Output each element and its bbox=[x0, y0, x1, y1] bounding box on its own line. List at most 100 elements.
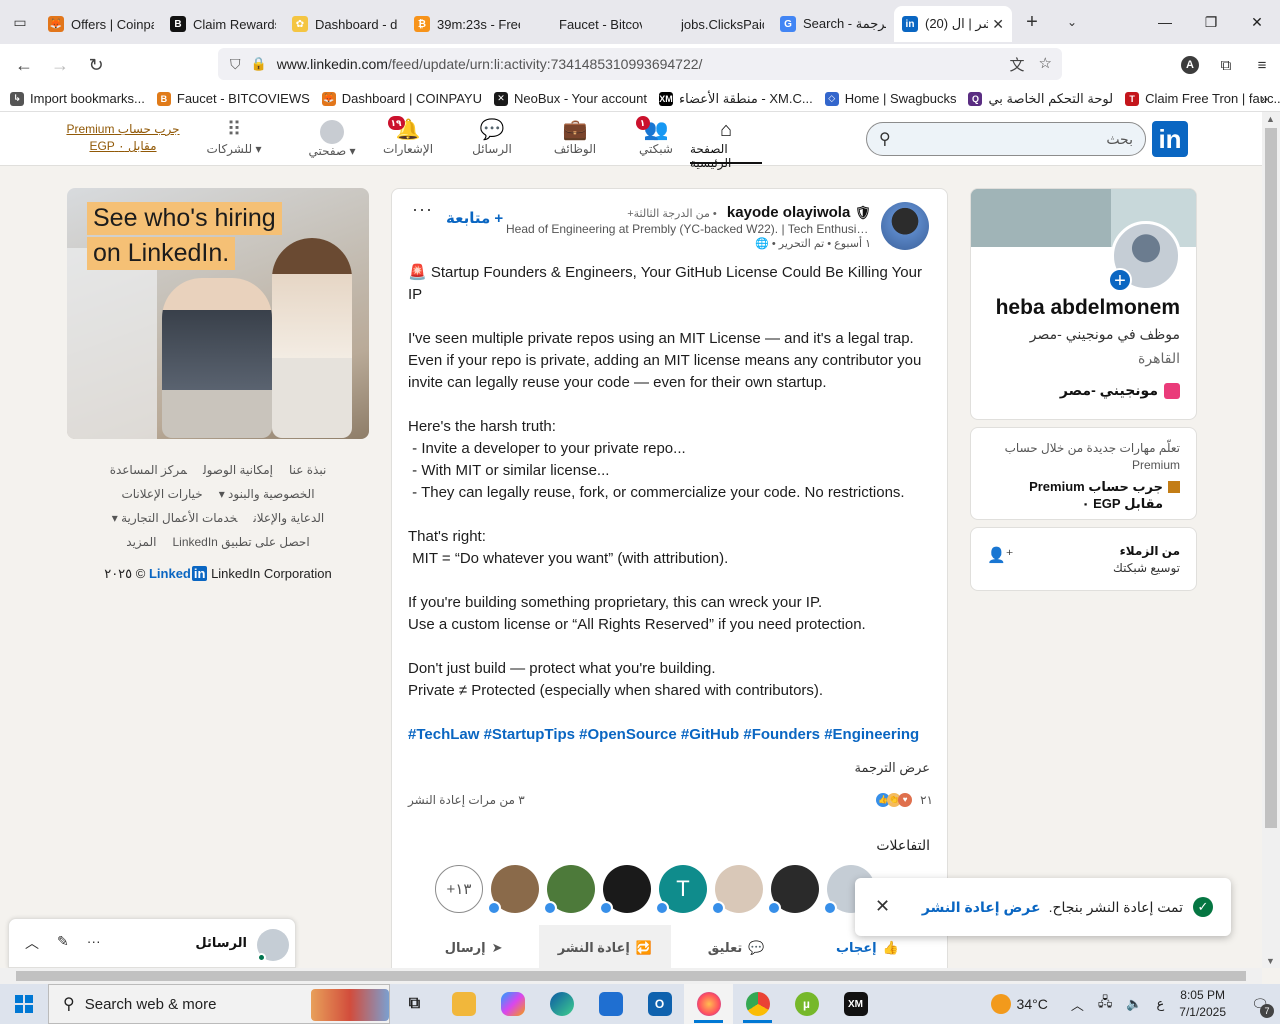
footer-link[interactable]: المزيد bbox=[126, 535, 156, 549]
close-tab-icon[interactable]: ✕ bbox=[992, 16, 1004, 33]
show-hidden-icons-chevron-icon[interactable]: ︿ bbox=[1071, 995, 1084, 1014]
add-photo-icon[interactable]: + bbox=[1108, 268, 1132, 292]
shield-icon[interactable]: ⛉ bbox=[230, 56, 241, 73]
new-tab-button[interactable]: + bbox=[1012, 11, 1052, 34]
reactor-avatar[interactable] bbox=[767, 865, 819, 915]
nav-item-messaging[interactable]: 💬 الرسائل bbox=[462, 118, 522, 164]
footer-link[interactable]: نبذة عنا bbox=[289, 463, 326, 477]
footer-link[interactable]: إمكانية الوصول bbox=[203, 463, 273, 477]
nav-item-network[interactable]: 👥 ١ شبكتي bbox=[626, 116, 686, 164]
reactor-avatar[interactable] bbox=[599, 865, 651, 915]
bookmark-item[interactable]: Q لوحة التحكم الخاصة بي bbox=[968, 91, 1113, 107]
view-repost-link[interactable]: عرض إعادة النشر bbox=[922, 899, 1041, 916]
bookmark-item[interactable]: XM منطقة الأعضاء - XM.C... bbox=[658, 91, 813, 107]
vertical-scrollbar[interactable]: ▲ ▼ bbox=[1262, 112, 1280, 968]
clock[interactable]: 8:05 PM 7/1/2025 bbox=[1179, 987, 1226, 1021]
task-view-button[interactable]: ⧉ bbox=[390, 984, 439, 1024]
browser-tab[interactable]: G Search - ترجمة bbox=[772, 6, 894, 42]
footer-link[interactable]: الدعاية والإعلان bbox=[253, 511, 324, 525]
nav-item-home[interactable]: ⌂ الصفحة الرئيسية bbox=[690, 118, 762, 170]
address-bar[interactable]: ⛉ 🔒 www.linkedin.com/feed/update/urn:li:… bbox=[218, 48, 1062, 80]
utorrent-button[interactable]: µ bbox=[782, 984, 831, 1024]
menu-icon[interactable]: ≡ bbox=[1244, 57, 1280, 74]
scroll-down-icon[interactable]: ▼ bbox=[1266, 956, 1275, 966]
see-translation-link[interactable]: عرض الترجمة bbox=[855, 760, 930, 776]
reactor-avatar[interactable] bbox=[543, 865, 595, 915]
tab-menu-chevron-icon[interactable]: ⌄ bbox=[1052, 15, 1092, 29]
more-options-icon[interactable]: ··· bbox=[412, 199, 433, 220]
chevron-up-icon[interactable]: ︿ bbox=[25, 933, 39, 953]
reactor-avatar[interactable] bbox=[487, 865, 539, 915]
close-window-button[interactable]: ✕ bbox=[1234, 0, 1280, 44]
more-bookmarks-icon[interactable]: » bbox=[1260, 90, 1268, 106]
reload-button[interactable]: ↻ bbox=[78, 55, 114, 76]
repost-button[interactable]: 🔁 إعادة النشر bbox=[539, 925, 671, 971]
outlook-button[interactable]: O bbox=[635, 984, 684, 1024]
browser-tab[interactable]: B Claim Rewards bbox=[162, 6, 284, 42]
profile-name[interactable]: heba abdelmonem bbox=[996, 296, 1180, 320]
account-avatar[interactable]: A bbox=[1181, 56, 1199, 74]
reaction-count[interactable]: 👍 👏 ♥ ٢١ bbox=[876, 793, 933, 807]
xm-button[interactable]: XM bbox=[831, 984, 880, 1024]
compose-icon[interactable]: ✎ bbox=[57, 933, 69, 953]
horizontal-scroll-thumb[interactable] bbox=[16, 971, 1246, 981]
tab-active[interactable]: in (20) نشر | ال ✕ bbox=[894, 6, 1012, 42]
reactor-avatar[interactable] bbox=[711, 865, 763, 915]
browser-tab[interactable]: ✿ Dashboard - d bbox=[284, 6, 406, 42]
translate-icon[interactable]: 文 bbox=[1010, 54, 1025, 75]
search-input[interactable]: بحث ⚲ bbox=[866, 122, 1146, 156]
ad-banner[interactable]: See who's hiring on LinkedIn. bbox=[67, 188, 369, 439]
tab-list-icon[interactable]: ▭ bbox=[0, 0, 40, 44]
comment-button[interactable]: 💬 تعليق bbox=[671, 925, 802, 971]
footer-link[interactable]: خدمات الأعمال التجارية ▾ bbox=[112, 511, 238, 525]
minimize-button[interactable]: — bbox=[1142, 0, 1188, 44]
nav-item-bell[interactable]: 🔔 ١٩ الإشعارات bbox=[378, 116, 438, 164]
browser-tab[interactable]: 🦊 Offers | Coinpa bbox=[40, 6, 162, 42]
network-icon[interactable]: 🖧 bbox=[1098, 993, 1113, 1015]
file-explorer-button[interactable] bbox=[439, 984, 488, 1024]
premium-card[interactable]: تعلّم مهارات جديدة من خلال حساب Premium … bbox=[970, 427, 1197, 520]
premium-offer[interactable]: جرب حساب Premium مقابل EGP ٠ bbox=[987, 478, 1180, 512]
firefox-button[interactable] bbox=[684, 984, 733, 1024]
bookmark-item[interactable]: 🦊 Dashboard | COINPAYU bbox=[321, 91, 482, 107]
bookmark-item[interactable]: ◇ Home | Swagbucks bbox=[824, 91, 956, 107]
bookmark-item[interactable]: ✕ NeoBux - Your account bbox=[493, 91, 647, 107]
extensions-icon[interactable]: ⧉ bbox=[1208, 57, 1244, 74]
lock-icon[interactable]: 🔒 bbox=[251, 56, 267, 72]
follow-button[interactable]: + متابعة bbox=[446, 209, 503, 227]
start-button[interactable] bbox=[0, 984, 48, 1024]
nav-item-grid[interactable]: ⠿ للشركات ▾ bbox=[204, 118, 264, 164]
linkedin-logo[interactable]: in bbox=[1152, 121, 1188, 157]
bookmark-item[interactable]: B Faucet - BITCOVIEWS bbox=[156, 91, 310, 107]
copilot-button[interactable] bbox=[488, 984, 537, 1024]
browser-tab[interactable]: Faucet - Bitcov bbox=[528, 6, 650, 42]
weather-widget[interactable]: 34°C bbox=[990, 994, 1048, 1014]
browser-tab[interactable]: ₿ 39m:23s - Free bbox=[406, 6, 528, 42]
scroll-up-icon[interactable]: ▲ bbox=[1266, 114, 1275, 124]
repost-count[interactable]: ٣ من مرات إعادة النشر bbox=[408, 793, 525, 807]
taskbar-search[interactable]: ⚲ Search web & more bbox=[48, 984, 390, 1024]
browser-tab[interactable]: jobs.ClicksPaid.com bbox=[650, 6, 772, 42]
send-button[interactable]: ➤ إرسال bbox=[408, 925, 539, 971]
messaging-bar[interactable]: الرسائل ︿ ✎ ··· bbox=[8, 918, 296, 968]
nav-item-me[interactable]: صفحتي ▾ bbox=[302, 118, 362, 164]
footer-link[interactable]: احصل على تطبيق LinkedIn bbox=[172, 535, 309, 549]
post-hashtags[interactable]: #TechLaw #StartupTips #OpenSource #GitHu… bbox=[408, 724, 933, 746]
footer-link[interactable]: خيارات الإعلانات bbox=[121, 487, 202, 501]
author-name[interactable]: 🛡 kayode olayiwola • من الدرجة الثالثة+ bbox=[627, 204, 871, 221]
nav-item-briefcase[interactable]: 💼 الوظائف bbox=[545, 118, 605, 164]
edge-button[interactable] bbox=[537, 984, 586, 1024]
store-button[interactable] bbox=[586, 984, 635, 1024]
close-toast-icon[interactable]: ✕ bbox=[875, 896, 890, 917]
footer-link[interactable]: مركز المساعدة bbox=[110, 463, 187, 477]
horizontal-scrollbar[interactable] bbox=[0, 968, 1262, 984]
bookmark-star-icon[interactable]: ☆ bbox=[1039, 54, 1052, 75]
volume-icon[interactable]: 🔈 bbox=[1126, 996, 1142, 1012]
author-avatar[interactable] bbox=[881, 202, 929, 250]
bookmark-item[interactable]: T Claim Free Tron | fauc... bbox=[1125, 91, 1280, 107]
bookmark-item[interactable]: ↳ Import bookmarks... bbox=[10, 91, 145, 107]
back-button[interactable]: ← bbox=[6, 55, 42, 76]
more-options-icon[interactable]: ··· bbox=[87, 933, 101, 953]
notification-center-icon[interactable]: 🗨 7 bbox=[1240, 996, 1280, 1018]
input-language[interactable]: ع bbox=[1157, 996, 1165, 1012]
